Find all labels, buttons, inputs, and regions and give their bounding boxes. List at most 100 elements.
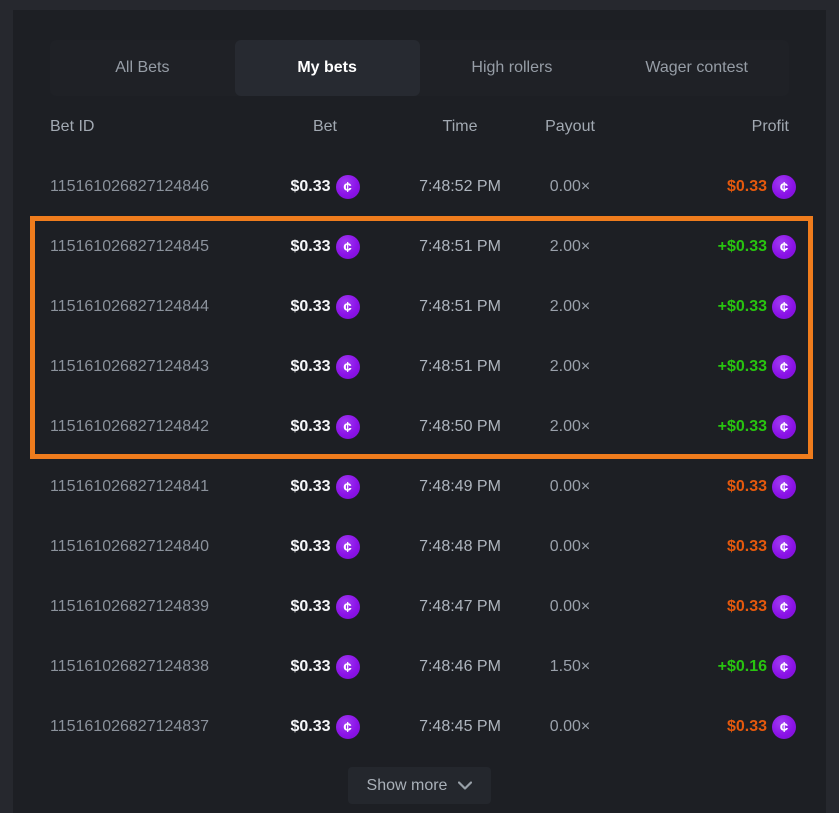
- coin-icon: ¢: [772, 415, 796, 439]
- bet-cell: $0.33 ¢: [265, 535, 385, 559]
- profit-cell: $0.33 ¢: [605, 595, 789, 619]
- profit-cell: $0.33 ¢: [605, 175, 789, 199]
- table-body: 115161026827124846 $0.33 ¢ 7:48:52 PM 0.…: [50, 157, 789, 757]
- profit-amount: $0.33: [727, 718, 767, 736]
- coin-icon: ¢: [336, 715, 360, 739]
- bet-amount: $0.33: [290, 718, 330, 736]
- bet-amount: $0.33: [290, 238, 330, 256]
- profit-cell: $0.33 ¢: [605, 475, 789, 499]
- coin-icon: ¢: [336, 655, 360, 679]
- payout-cell: 2.00×: [535, 238, 605, 256]
- profit-cell: +$0.33 ¢: [605, 295, 789, 319]
- coin-icon: ¢: [336, 475, 360, 499]
- table-row[interactable]: 115161026827124842 $0.33 ¢ 7:48:50 PM 2.…: [50, 397, 789, 457]
- table-row[interactable]: 115161026827124844 $0.33 ¢ 7:48:51 PM 2.…: [50, 277, 789, 337]
- coin-icon: ¢: [336, 175, 360, 199]
- bet-cell: $0.33 ¢: [265, 295, 385, 319]
- coin-icon: ¢: [772, 655, 796, 679]
- table-row[interactable]: 115161026827124846 $0.33 ¢ 7:48:52 PM 0.…: [50, 157, 789, 217]
- table-row[interactable]: 115161026827124837 $0.33 ¢ 7:48:45 PM 0.…: [50, 697, 789, 757]
- bets-panel: All Bets My bets High rollers Wager cont…: [13, 10, 826, 813]
- table-header-row: Bet ID Bet Time Payout Profit: [50, 96, 789, 157]
- bet-cell: $0.33 ¢: [265, 475, 385, 499]
- profit-amount: +$0.33: [718, 358, 767, 376]
- show-more-label: Show more: [367, 777, 448, 795]
- table-row[interactable]: 115161026827124843 $0.33 ¢ 7:48:51 PM 2.…: [50, 337, 789, 397]
- table-row[interactable]: 115161026827124845 $0.33 ¢ 7:48:51 PM 2.…: [50, 217, 789, 277]
- bet-id-cell: 115161026827124837: [50, 718, 265, 736]
- time-cell: 7:48:52 PM: [385, 178, 535, 196]
- payout-cell: 0.00×: [535, 538, 605, 556]
- bet-id-cell: 115161026827124839: [50, 598, 265, 616]
- profit-amount: $0.33: [727, 538, 767, 556]
- bet-amount: $0.33: [290, 598, 330, 616]
- bet-amount: $0.33: [290, 298, 330, 316]
- profit-cell: +$0.33 ¢: [605, 235, 789, 259]
- table-row[interactable]: 115161026827124840 $0.33 ¢ 7:48:48 PM 0.…: [50, 517, 789, 577]
- chevron-down-icon: [458, 781, 472, 790]
- bet-id-cell: 115161026827124846: [50, 178, 265, 196]
- time-cell: 7:48:46 PM: [385, 658, 535, 676]
- bet-amount: $0.33: [290, 178, 330, 196]
- table-footer: Show more: [50, 767, 789, 804]
- payout-cell: 1.50×: [535, 658, 605, 676]
- time-cell: 7:48:49 PM: [385, 478, 535, 496]
- time-cell: 7:48:45 PM: [385, 718, 535, 736]
- tab-my-bets[interactable]: My bets: [235, 40, 420, 96]
- coin-icon: ¢: [336, 295, 360, 319]
- bet-cell: $0.33 ¢: [265, 595, 385, 619]
- bet-amount: $0.33: [290, 538, 330, 556]
- coin-icon: ¢: [336, 595, 360, 619]
- profit-amount: $0.33: [727, 478, 767, 496]
- time-cell: 7:48:48 PM: [385, 538, 535, 556]
- profit-amount: +$0.33: [718, 418, 767, 436]
- table-row[interactable]: 115161026827124841 $0.33 ¢ 7:48:49 PM 0.…: [50, 457, 789, 517]
- coin-icon: ¢: [336, 415, 360, 439]
- bet-amount: $0.33: [290, 478, 330, 496]
- bet-id-cell: 115161026827124844: [50, 298, 265, 316]
- coin-icon: ¢: [772, 295, 796, 319]
- profit-cell: +$0.33 ¢: [605, 415, 789, 439]
- profit-amount: $0.33: [727, 598, 767, 616]
- coin-icon: ¢: [772, 175, 796, 199]
- payout-cell: 0.00×: [535, 478, 605, 496]
- coin-icon: ¢: [336, 355, 360, 379]
- show-more-button[interactable]: Show more: [348, 767, 492, 804]
- tab-wager-contest[interactable]: Wager contest: [604, 40, 789, 96]
- profit-amount: +$0.16: [718, 658, 767, 676]
- tab-label: High rollers: [471, 59, 552, 77]
- payout-cell: 2.00×: [535, 358, 605, 376]
- bet-id-cell: 115161026827124841: [50, 478, 265, 496]
- coin-icon: ¢: [336, 235, 360, 259]
- bet-amount: $0.33: [290, 358, 330, 376]
- profit-cell: +$0.33 ¢: [605, 355, 789, 379]
- profit-cell: +$0.16 ¢: [605, 655, 789, 679]
- bet-cell: $0.33 ¢: [265, 235, 385, 259]
- bet-id-cell: 115161026827124840: [50, 538, 265, 556]
- bet-amount: $0.33: [290, 418, 330, 436]
- tab-label: My bets: [297, 59, 357, 77]
- payout-cell: 2.00×: [535, 418, 605, 436]
- column-header-profit: Profit: [605, 118, 789, 136]
- bet-cell: $0.33 ¢: [265, 175, 385, 199]
- bet-cell: $0.33 ¢: [265, 655, 385, 679]
- tab-high-rollers[interactable]: High rollers: [420, 40, 605, 96]
- table-row[interactable]: 115161026827124839 $0.33 ¢ 7:48:47 PM 0.…: [50, 577, 789, 637]
- time-cell: 7:48:50 PM: [385, 418, 535, 436]
- profit-cell: $0.33 ¢: [605, 715, 789, 739]
- time-cell: 7:48:51 PM: [385, 298, 535, 316]
- column-header-time: Time: [385, 118, 535, 136]
- tab-all-bets[interactable]: All Bets: [50, 40, 235, 96]
- coin-icon: ¢: [772, 595, 796, 619]
- coin-icon: ¢: [772, 475, 796, 499]
- bet-cell: $0.33 ¢: [265, 415, 385, 439]
- time-cell: 7:48:51 PM: [385, 238, 535, 256]
- tab-label: All Bets: [115, 59, 169, 77]
- coin-icon: ¢: [772, 355, 796, 379]
- column-header-payout: Payout: [535, 118, 605, 136]
- payout-cell: 0.00×: [535, 598, 605, 616]
- column-header-bet: Bet: [265, 118, 385, 136]
- table-row[interactable]: 115161026827124838 $0.33 ¢ 7:48:46 PM 1.…: [50, 637, 789, 697]
- bet-id-cell: 115161026827124843: [50, 358, 265, 376]
- coin-icon: ¢: [772, 235, 796, 259]
